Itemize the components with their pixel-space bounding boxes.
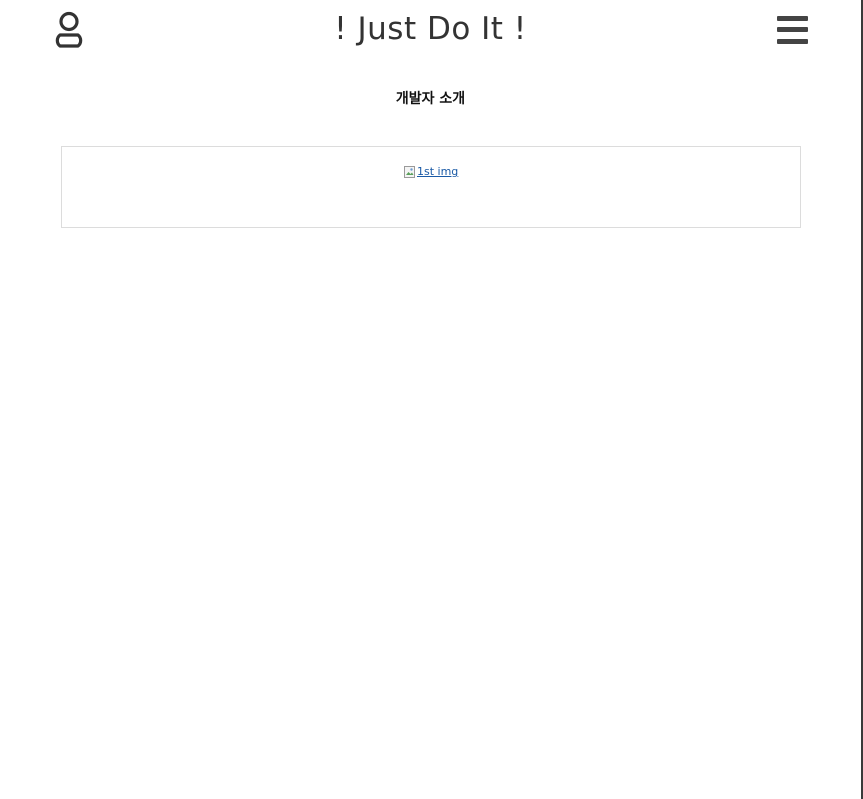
broken-image-icon <box>404 166 415 178</box>
image-alt-text: 1st img <box>417 165 459 178</box>
page: ! Just Do It ! 개발자 소개 1st img <box>0 0 863 799</box>
section-title: 개발자 소개 <box>395 91 466 107</box>
menu-button[interactable] <box>776 14 810 46</box>
developer-intro-card: 1st img <box>61 146 801 228</box>
site-title[interactable]: ! Just Do It ! <box>0 10 861 48</box>
developer-image-link[interactable]: 1st img <box>404 165 458 179</box>
site-header: ! Just Do It ! <box>0 0 861 62</box>
